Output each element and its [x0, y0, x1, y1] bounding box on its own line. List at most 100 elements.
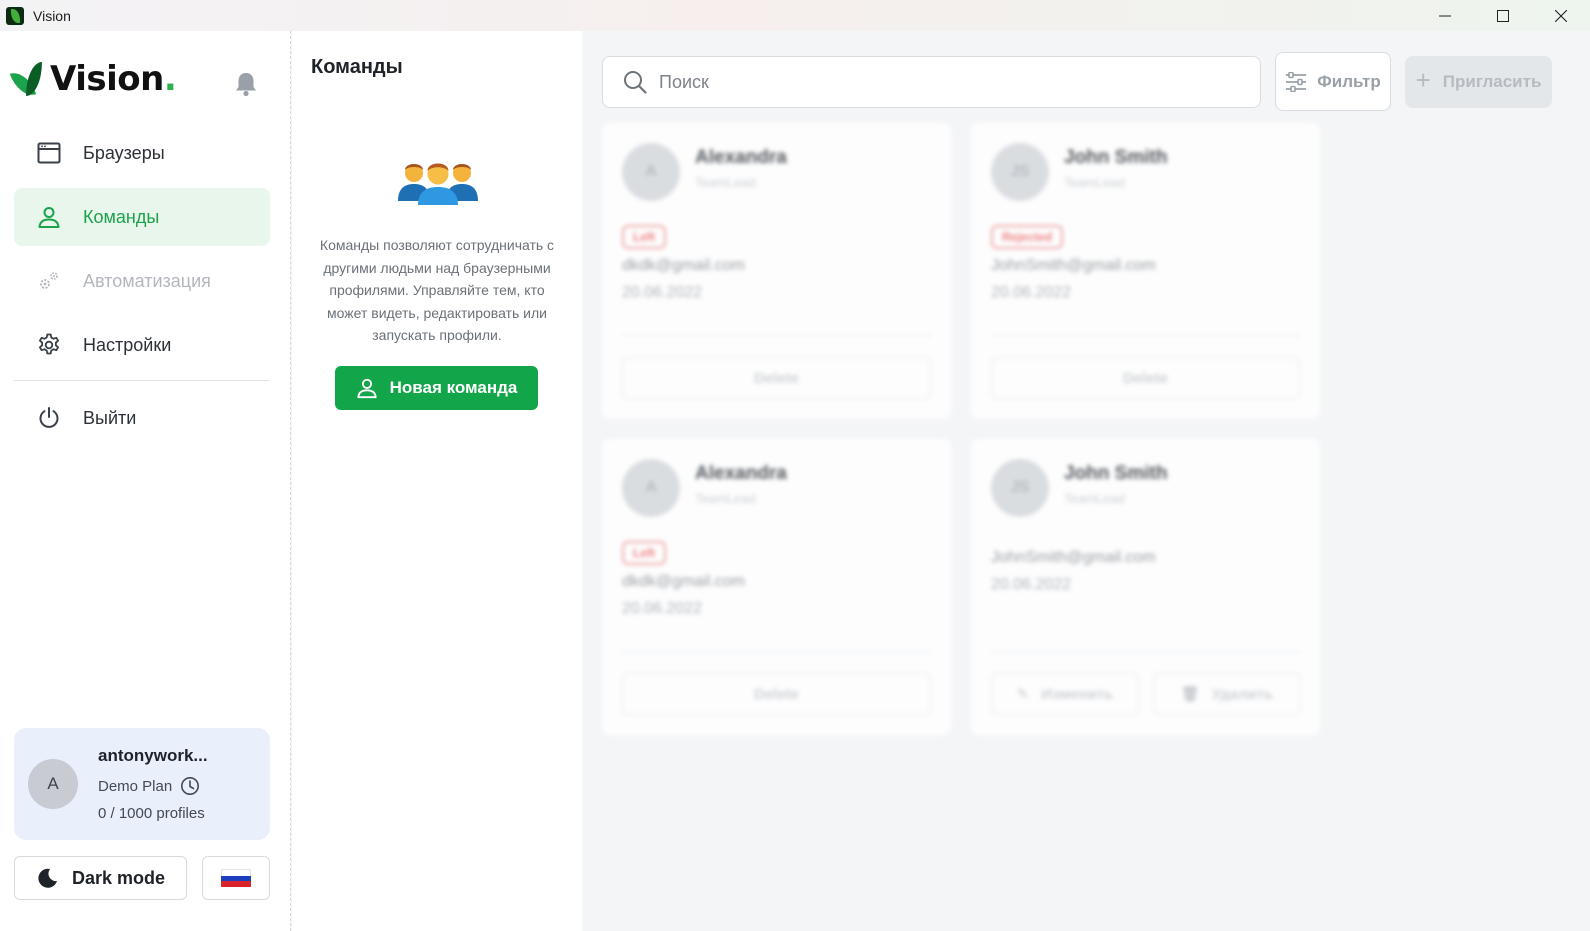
member-name: John Smith	[1064, 463, 1168, 484]
gears-icon	[36, 268, 62, 294]
remove-button[interactable]: 🗑 Удалить	[1153, 673, 1301, 715]
delete-button[interactable]: Delete	[622, 673, 931, 715]
clock-icon	[181, 777, 200, 795]
trash-icon: 🗑	[1180, 686, 1200, 703]
teams-description: Команды позволяют сотрудничать с другими…	[319, 237, 555, 343]
member-date: 20.06.2022	[991, 576, 1072, 593]
sidebar-item-label: Браузеры	[83, 142, 165, 163]
teams-info-panel: Команды Команды позволяют сотрудничать с…	[292, 31, 582, 931]
member-date: 20.06.2022	[991, 284, 1072, 301]
sidebar-item-label: Команды	[83, 206, 160, 227]
logo-dot: .	[163, 59, 177, 99]
gear-icon	[36, 332, 62, 358]
sidebar-item-automation[interactable]: Автоматизация	[14, 252, 270, 310]
window-controls	[1416, 0, 1590, 31]
profiles-count: 0 / 1000 profiles	[98, 805, 205, 822]
delete-button[interactable]: Delete	[991, 357, 1300, 399]
user-account-card[interactable]: A antonywork... Demo Plan 0 / 1000 profi…	[14, 728, 270, 840]
search-box[interactable]	[602, 56, 1261, 108]
filter-label: Фильтр	[1317, 71, 1381, 91]
new-team-label: Новая команда	[389, 378, 518, 397]
vision-logo[interactable]: Vision.	[9, 59, 177, 101]
member-card: A Alexandra TeamLead Left dkdk@gmail.com…	[602, 123, 951, 419]
minimize-button[interactable]	[1416, 0, 1474, 31]
sidebar-item-logout[interactable]: Выйти	[14, 389, 270, 447]
status-badge: Rejected	[991, 225, 1064, 249]
bell-icon	[236, 73, 256, 97]
member-role: TeamLead	[1064, 175, 1125, 190]
plus-icon: +	[1415, 65, 1431, 95]
sidebar-item-teams[interactable]: Команды	[14, 188, 270, 246]
member-email: JohnSmith@gmail.com	[991, 549, 1156, 566]
member-card: JS John Smith TeamLead JohnSmith@gmail.c…	[971, 439, 1320, 735]
card-divider	[622, 651, 931, 652]
window-title: Vision	[33, 7, 71, 24]
member-role: TeamLead	[1064, 491, 1125, 506]
user-name: antonywork...	[98, 746, 208, 765]
sidebar-item-browsers[interactable]: Браузеры	[14, 124, 270, 182]
nav-divider	[14, 380, 270, 381]
search-input[interactable]	[659, 71, 1219, 93]
member-name: John Smith	[1064, 147, 1168, 168]
member-role: TeamLead	[695, 491, 756, 506]
team-people-icon	[398, 163, 478, 205]
power-icon	[36, 405, 62, 431]
remove-label: Удалить	[1211, 685, 1274, 703]
sidebar-item-label: Выйти	[83, 407, 137, 428]
member-name: Alexandra	[695, 463, 787, 484]
avatar: A	[622, 459, 680, 517]
plan-label: Demo Plan	[98, 777, 173, 795]
sidebar: Vision. Браузеры Команды Автоматизация Н…	[0, 31, 291, 931]
search-icon	[624, 71, 647, 94]
member-card: A Alexandra TeamLead Left dkdk@gmail.com…	[602, 439, 951, 735]
close-icon	[1555, 9, 1567, 22]
app-logo-icon	[6, 6, 24, 25]
filter-button[interactable]: Фильтр	[1275, 52, 1391, 111]
maximize-button[interactable]	[1474, 0, 1532, 31]
user-icon	[36, 204, 62, 230]
close-window-button[interactable]	[1532, 0, 1590, 31]
invite-button[interactable]: + Пригласить	[1405, 56, 1552, 108]
main-content: Фильтр + Пригласить A Alexandra TeamLead…	[582, 31, 1590, 931]
status-badge: Left	[622, 541, 666, 565]
invite-label: Пригласить	[1442, 72, 1542, 91]
window-titlebar: Vision	[0, 0, 1590, 31]
dark-mode-button[interactable]: Dark mode	[14, 856, 187, 900]
user-plan: Demo Plan	[98, 776, 200, 796]
edit-label: Изменить	[1041, 685, 1114, 703]
member-name: Alexandra	[695, 147, 787, 168]
sidebar-item-label: Автоматизация	[83, 270, 211, 291]
moon-icon	[38, 868, 57, 888]
notifications-button[interactable]	[234, 71, 258, 97]
minimize-icon	[1439, 15, 1451, 16]
member-date: 20.06.2022	[622, 284, 703, 301]
language-button[interactable]	[202, 856, 270, 900]
logo-text: Vision	[50, 59, 164, 99]
ru-flag-icon	[221, 869, 251, 888]
card-divider	[991, 651, 1300, 652]
sidebar-item-label: Настройки	[83, 334, 172, 355]
avatar: A	[28, 759, 78, 809]
new-team-button[interactable]: Новая команда	[335, 366, 538, 410]
avatar: A	[622, 143, 680, 201]
dark-mode-label: Dark mode	[72, 867, 166, 888]
pencil-icon: ✎	[1016, 686, 1030, 703]
delete-button[interactable]: Delete	[622, 357, 931, 399]
maximize-icon	[1497, 9, 1509, 22]
member-email: dkdk@gmail.com	[622, 257, 745, 274]
status-badge: Left	[622, 225, 666, 249]
member-role: TeamLead	[695, 175, 756, 190]
card-divider	[991, 335, 1300, 336]
member-date: 20.06.2022	[622, 600, 703, 617]
page-title: Команды	[311, 56, 403, 78]
member-card: JS John Smith TeamLead Rejected JohnSmit…	[971, 123, 1320, 419]
avatar: JS	[991, 459, 1049, 517]
sidebar-item-settings[interactable]: Настройки	[14, 316, 270, 374]
user-icon	[357, 378, 377, 399]
leaf-logo-icon	[9, 60, 44, 101]
edit-button[interactable]: ✎ Изменить	[991, 673, 1139, 715]
sliders-icon	[1286, 71, 1307, 92]
member-email: dkdk@gmail.com	[622, 573, 745, 590]
card-divider	[622, 335, 931, 336]
avatar: JS	[991, 143, 1049, 201]
